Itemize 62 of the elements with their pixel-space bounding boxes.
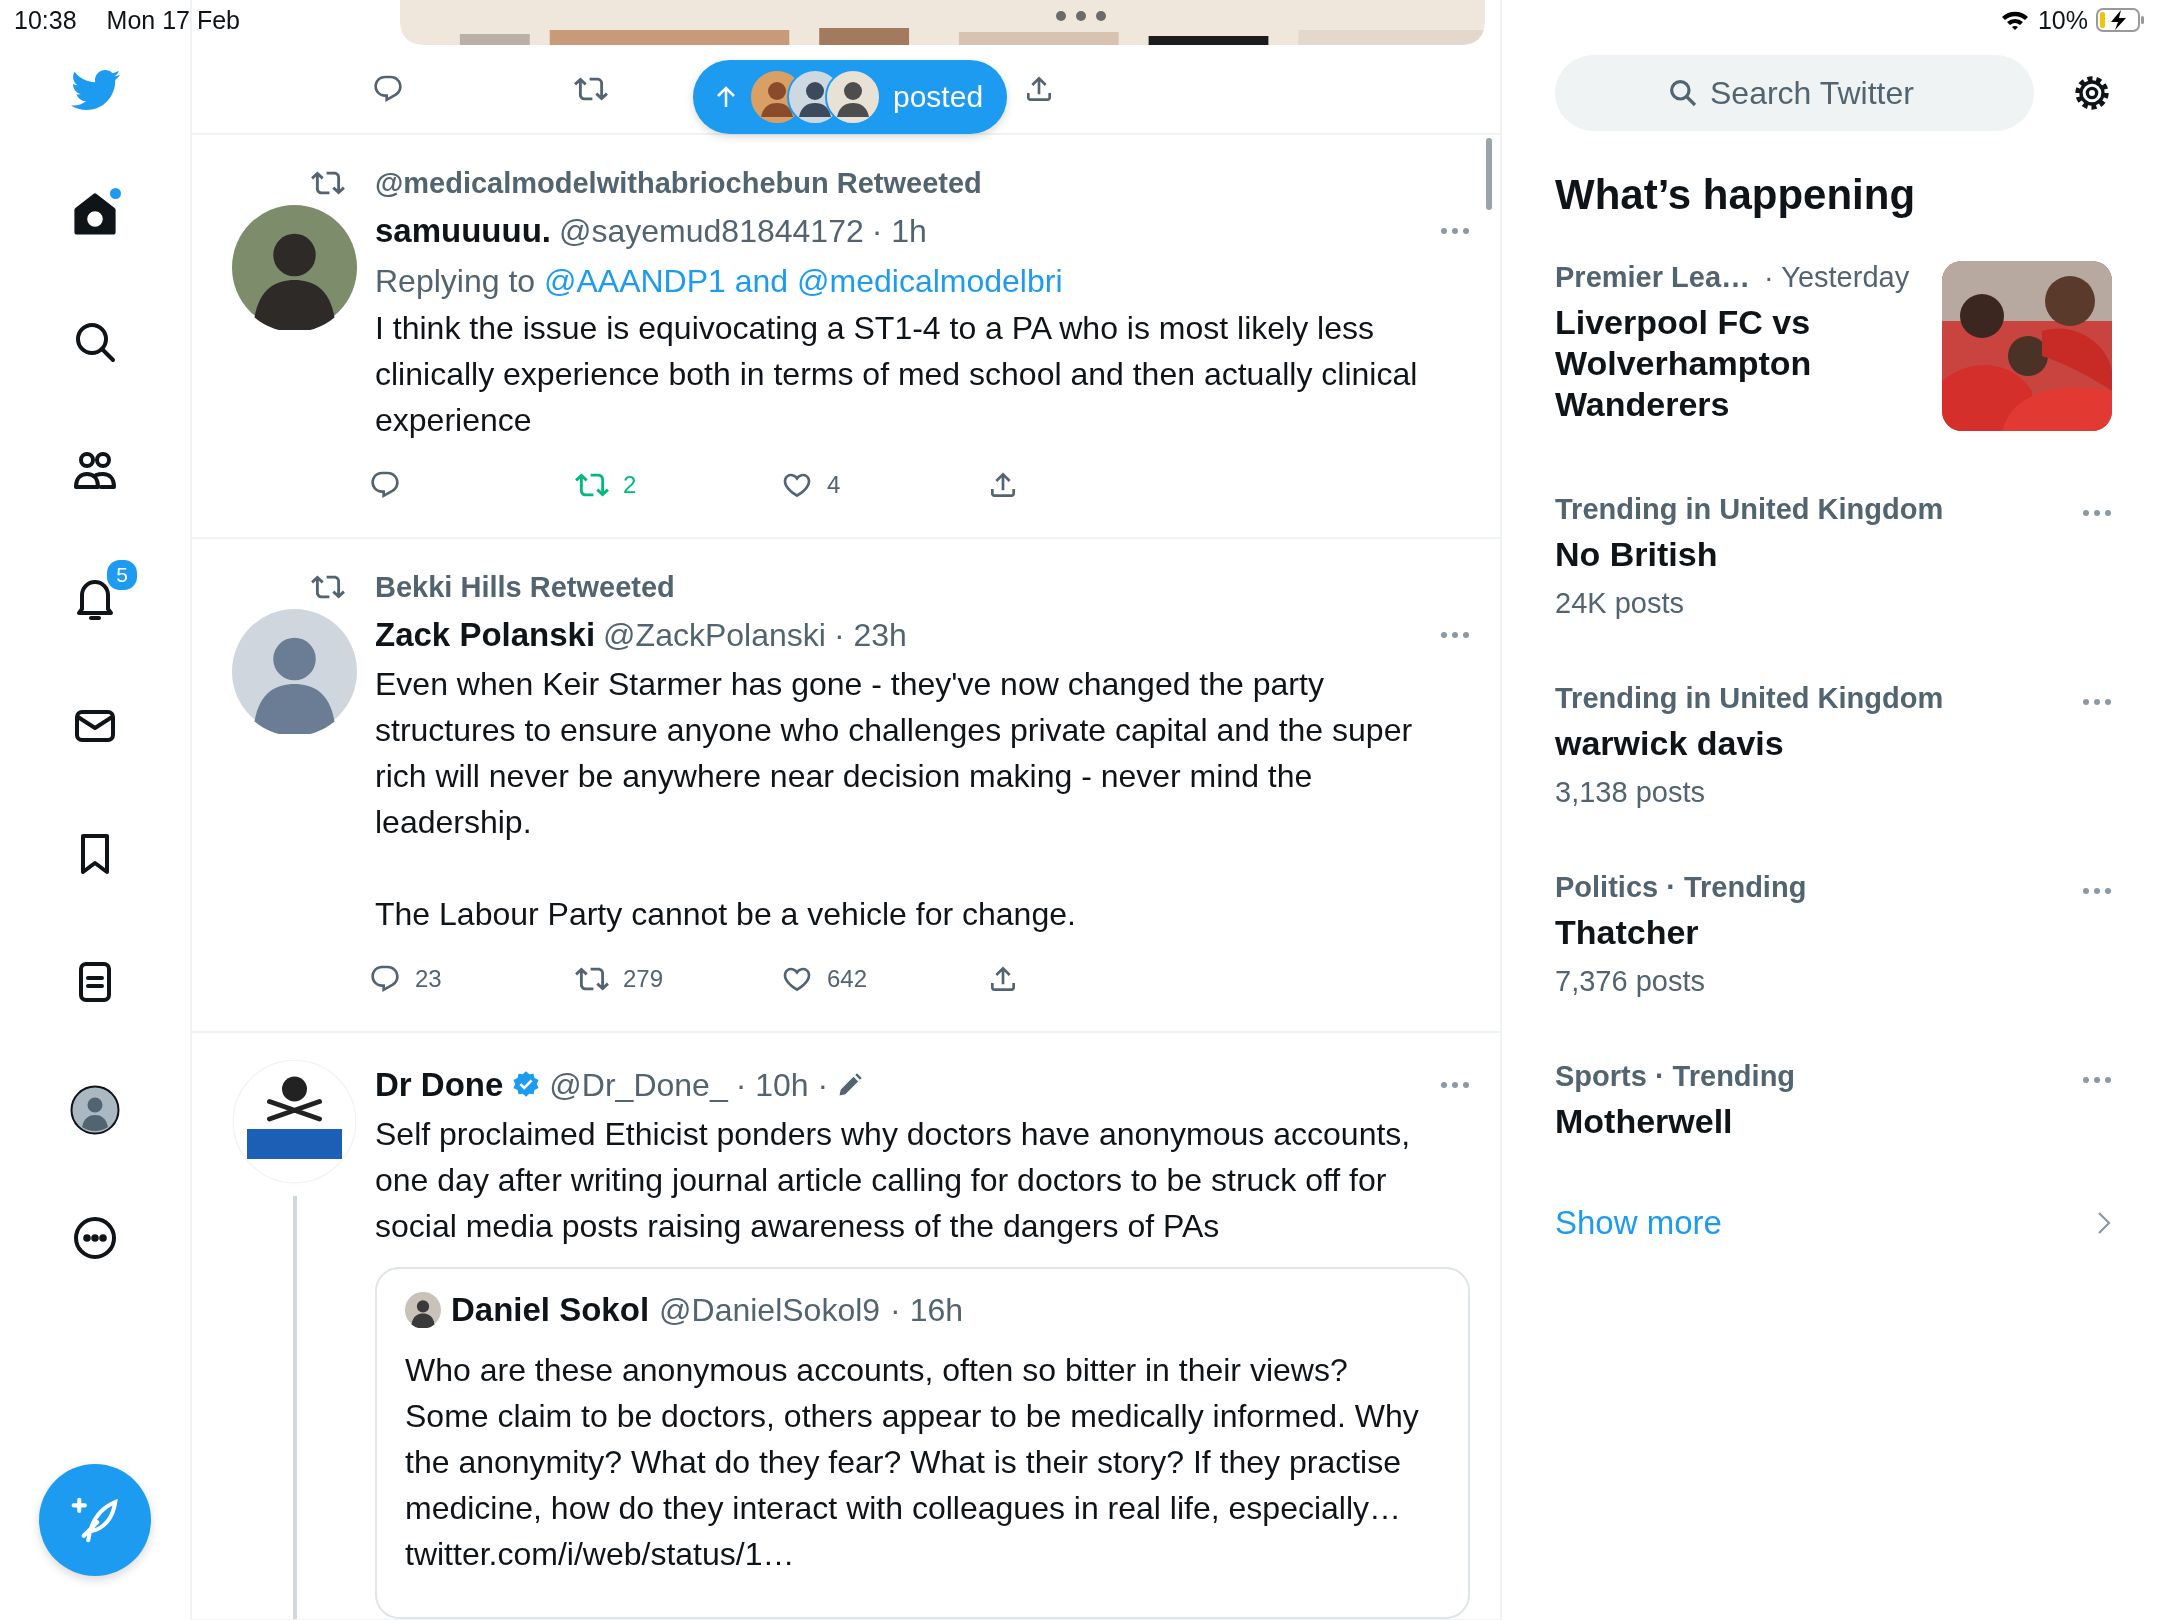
trend-title[interactable]: No British [1555, 534, 2082, 575]
notification-badge: 5 [105, 558, 139, 592]
search-field[interactable]: Search Twitter [1555, 55, 2034, 131]
avatar[interactable] [232, 205, 357, 330]
quoted-tweet[interactable] [375, 1267, 1470, 1619]
avatar[interactable] [232, 1059, 357, 1184]
tweet-text: The Labour Party cannot be a vehicle for change. [375, 895, 1077, 934]
post-count: 7,376 posts [1555, 965, 1706, 998]
retweeted-by: @medicalmodelwithabriochebun Retweeted [375, 166, 982, 200]
author-name[interactable]: Zack Polanski [375, 616, 596, 654]
tweet-text: I think the issue is equivocating a ST1-4 to a PA who is most likely less clinically experience both in terms of med school and then actually clinical experience [375, 309, 1419, 440]
profile-icon[interactable] [70, 1085, 120, 1135]
author-handle[interactable]: @Dr_Done_ [549, 1066, 728, 1104]
settings-icon[interactable] [2072, 73, 2112, 113]
trend-title[interactable]: Liverpool FC vs Wolverhampton Wanderers [1555, 302, 1855, 425]
trend-time: · Yesterday [1764, 261, 1910, 294]
trend-category: Trending in United Kingdom [1555, 682, 1944, 715]
tweet-time: · 1h [871, 212, 927, 250]
reply-icon[interactable] [369, 469, 401, 501]
compose-button[interactable] [39, 1464, 151, 1576]
author-handle[interactable]: @sayemud81844172 [559, 212, 864, 250]
battery-percent: 10% [2037, 5, 2088, 35]
post-count: 3,138 posts [1555, 776, 1706, 809]
chevron-icon [2096, 1210, 2112, 1236]
replying-to: Replying to @AAANDP1 and @medicalmodelbri [375, 262, 1064, 301]
status-time: 10:38 [14, 5, 77, 35]
author-name[interactable]: samuuuuu. [375, 212, 551, 250]
trend-category: Sports · Trending [1555, 1060, 1796, 1093]
like-count: 642 [827, 965, 868, 993]
more-icon[interactable] [71, 1214, 119, 1262]
quote-author-handle: @DanielSokol9 [659, 1291, 881, 1329]
retweet-count: 2 [623, 471, 637, 499]
trend-title[interactable]: Motherwell [1555, 1101, 2082, 1142]
reply-icon[interactable] [369, 963, 401, 995]
search-icon [1667, 77, 1699, 109]
trend-category: Trending in United Kingdom [1555, 493, 1944, 526]
quote-time: · 16h [890, 1291, 964, 1329]
author-name[interactable]: Dr Done [375, 1066, 504, 1104]
arrow-up-icon [715, 85, 737, 109]
tweet-text: Even when Keir Starmer has gone - they've now changed the party structures to ensure anyone who challenges private capital and the super rich will never be anywhere near decision making - never mind the leadership. [375, 665, 1414, 842]
tweet-text: Self proclaimed Ethicist ponders why doctors have anonymous accounts, one day after writing journal article calling for doctors to be struck off for social media posts raising awareness of the dangers of PAs [375, 1115, 1412, 1246]
retweet-count: 279 [623, 965, 664, 993]
trend-category: Premier Lea… [1555, 261, 1751, 294]
quote-text: Who are these anonymous accounts, often so bitter in their views? Some claim to be doctors, others appear to be medically informed. Why the anonymity? What do they fear? What is their story? If they practise medicine, how do they interact with colleagues in real life, especially… twitter.com/i/web/status/1… [405, 1351, 1420, 1574]
tweet-time: · 23h [833, 616, 907, 654]
quote-avatar[interactable] [405, 1292, 441, 1328]
section-heading: What’s happening [1555, 171, 1917, 219]
multitask-handle[interactable] [1055, 10, 1107, 22]
scrollbar[interactable] [1486, 138, 1492, 210]
tweet-time: · 10h · [735, 1066, 829, 1104]
reply-count: 23 [415, 965, 442, 993]
author-handle[interactable]: @ZackPolanski [603, 616, 826, 654]
like-count: 4 [827, 471, 841, 499]
home-icon[interactable] [71, 190, 119, 238]
post-count: 24K posts [1555, 587, 1685, 620]
status-date: Mon 17 Feb [106, 5, 240, 35]
trend-category: Politics · Trending [1555, 871, 1807, 904]
reply-icon[interactable] [372, 73, 404, 105]
retweeted-by: Bekki Hills Retweeted [375, 570, 675, 604]
quote-author-name: Daniel Sokol [451, 1291, 650, 1329]
trend-title[interactable]: Thatcher [1555, 912, 2082, 953]
trend-title[interactable]: warwick davis [1555, 723, 2082, 764]
